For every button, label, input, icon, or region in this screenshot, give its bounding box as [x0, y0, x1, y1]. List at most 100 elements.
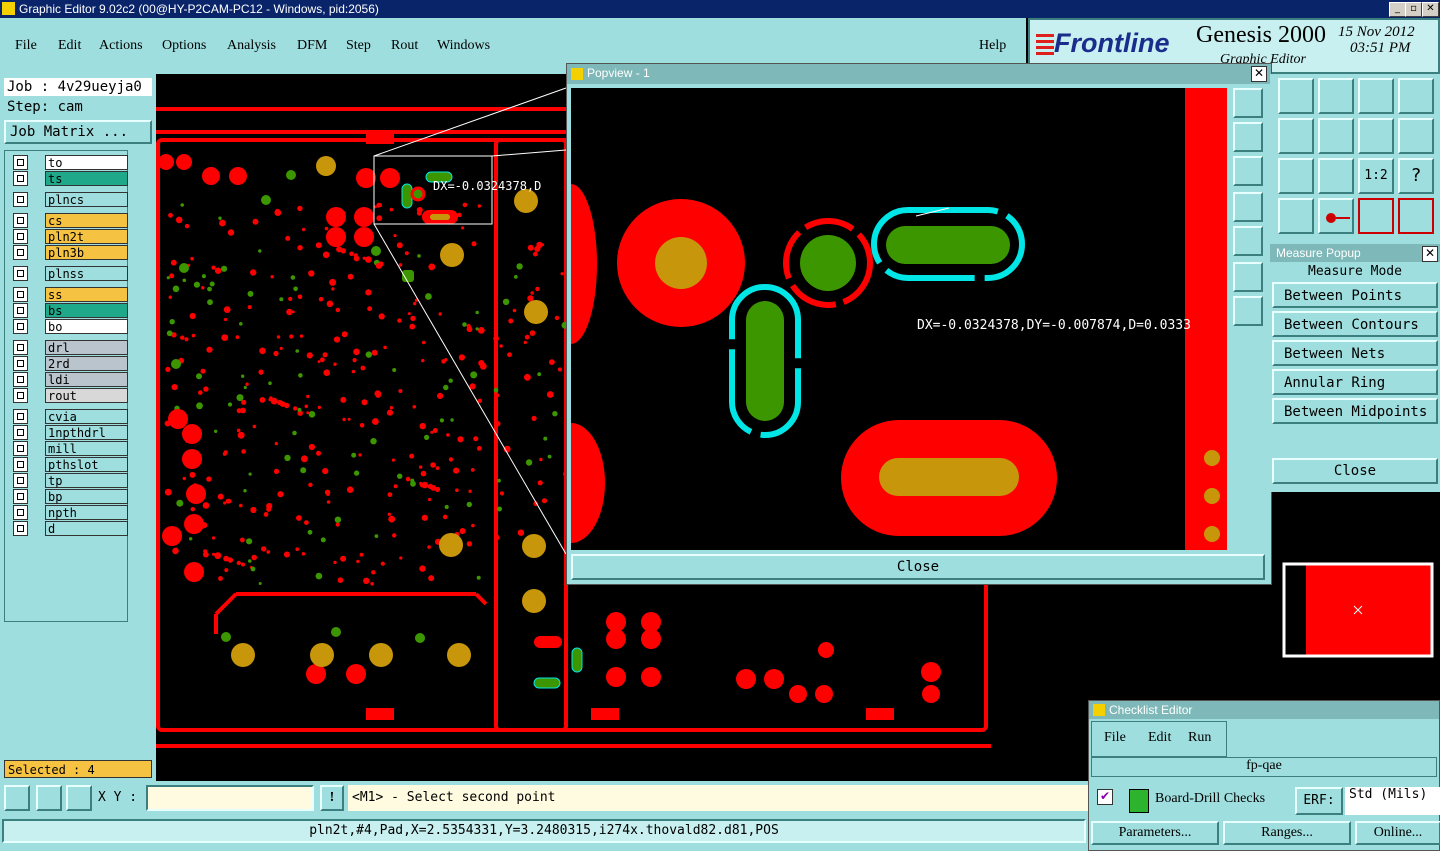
layer-row-plncs[interactable]: plncs — [13, 192, 129, 207]
tool-scale-button[interactable]: 1:2 — [1358, 158, 1394, 194]
popview-close-button[interactable]: Close — [571, 554, 1265, 580]
tool-split-icon[interactable] — [1398, 78, 1434, 114]
menu-file[interactable]: File — [15, 38, 37, 54]
tool-zoom-out-icon[interactable] — [1318, 158, 1354, 194]
layer-checkbox[interactable] — [13, 425, 28, 440]
layer-checkbox[interactable] — [13, 441, 28, 456]
layer-row-1npthdrl[interactable]: 1npthdrl — [13, 425, 129, 440]
close-window-button[interactable]: ✕ — [1422, 2, 1439, 17]
tool-settings-icon[interactable] — [1278, 198, 1314, 234]
menu-help[interactable]: Help — [979, 38, 1006, 54]
layer-checkbox[interactable] — [13, 213, 28, 228]
tool-help-button[interactable]: ? — [1398, 158, 1434, 194]
layer-name[interactable]: bo — [45, 319, 128, 334]
layer-row-bs[interactable]: bs — [13, 303, 129, 318]
layer-checkbox[interactable] — [13, 171, 28, 186]
layer-checkbox[interactable] — [13, 266, 28, 281]
layer-name[interactable]: pln2t — [45, 229, 128, 244]
layer-checkbox[interactable] — [13, 303, 28, 318]
popview-close-icon[interactable]: ✕ — [1251, 66, 1267, 82]
popview-tool-2[interactable] — [1233, 122, 1263, 152]
measure-between-nets[interactable]: Between Nets — [1272, 340, 1438, 366]
layer-checkbox[interactable] — [13, 287, 28, 302]
layer-row-rout[interactable]: rout — [13, 388, 129, 403]
tool-probe-icon[interactable] — [1318, 198, 1354, 234]
layer-checkbox[interactable] — [13, 155, 28, 170]
layer-name[interactable]: ss — [45, 287, 128, 302]
maximize-button[interactable]: ▫ — [1405, 2, 1422, 17]
popview-tool-1[interactable] — [1233, 88, 1263, 118]
tool-mirror-icon[interactable] — [1358, 118, 1394, 154]
layer-name[interactable]: 1npthdrl — [45, 425, 128, 440]
layer-checkbox[interactable] — [13, 229, 28, 244]
check-select-checkbox[interactable]: ✔ — [1097, 789, 1113, 805]
tool-layers-alt-icon[interactable] — [1398, 198, 1434, 234]
layer-name[interactable]: mill — [45, 441, 128, 456]
layer-name[interactable]: rout — [45, 388, 128, 403]
layer-name[interactable]: tp — [45, 473, 128, 488]
layer-row-cvia[interactable]: cvia — [13, 409, 129, 424]
tool-layers-icon[interactable] — [1358, 198, 1394, 234]
layer-name[interactable]: npth — [45, 505, 128, 520]
layer-row-bo[interactable]: bo — [13, 319, 129, 334]
layer-row-to[interactable]: to — [13, 155, 129, 170]
menu-edit[interactable]: Edit — [58, 38, 81, 54]
grid-tool-icon[interactable] — [66, 785, 92, 811]
layer-checkbox[interactable] — [13, 245, 28, 260]
checklist-menu-edit[interactable]: Edit — [1148, 730, 1171, 746]
tool-snake-icon[interactable] — [1398, 118, 1434, 154]
layer-checkbox[interactable] — [13, 356, 28, 371]
layer-row-plnss[interactable]: plnss — [13, 266, 129, 281]
online-button[interactable]: Online... — [1355, 821, 1440, 845]
overview-map[interactable] — [1280, 560, 1436, 660]
popview-tool-7[interactable] — [1233, 296, 1263, 326]
layer-checkbox[interactable] — [13, 372, 28, 387]
measure-between-midpoints[interactable]: Between Midpoints — [1272, 398, 1438, 424]
snap-tool-icon[interactable] — [4, 785, 30, 811]
erf-button[interactable]: ERF: — [1295, 787, 1343, 815]
layer-checkbox[interactable] — [13, 505, 28, 520]
parameters-button[interactable]: Parameters... — [1091, 821, 1219, 845]
menu-dfm[interactable]: DFM — [297, 38, 327, 54]
layer-row-tp[interactable]: tp — [13, 473, 129, 488]
layer-checkbox[interactable] — [13, 319, 28, 334]
layer-row-cs[interactable]: cs — [13, 213, 129, 228]
layer-checkbox[interactable] — [13, 473, 28, 488]
measure-close-button[interactable]: Close — [1272, 458, 1438, 484]
job-matrix-button[interactable]: Job Matrix ... — [4, 120, 152, 144]
checklist-menu-run[interactable]: Run — [1188, 730, 1211, 746]
measure-annular-ring[interactable]: Annular Ring — [1272, 369, 1438, 395]
tool-left-icon[interactable] — [1278, 118, 1314, 154]
execute-button[interactable]: ! — [320, 785, 344, 811]
menu-actions[interactable]: Actions — [99, 38, 143, 54]
ranges-button[interactable]: Ranges... — [1223, 821, 1351, 845]
menu-analysis[interactable]: Analysis — [227, 38, 276, 54]
popview-tool-5[interactable] — [1233, 226, 1263, 256]
measure-between-contours[interactable]: Between Contours — [1272, 311, 1438, 337]
popview-tool-6[interactable] — [1233, 262, 1263, 292]
layer-row-d[interactable]: d — [13, 521, 129, 536]
layer-checkbox[interactable] — [13, 521, 28, 536]
menu-rout[interactable]: Rout — [391, 38, 418, 54]
layer-name[interactable]: ldi — [45, 372, 128, 387]
layer-row-ldi[interactable]: ldi — [13, 372, 129, 387]
tool-down-icon[interactable] — [1318, 78, 1354, 114]
menu-windows[interactable]: Windows — [437, 38, 490, 54]
layer-checkbox[interactable] — [13, 409, 28, 424]
erf-value[interactable]: Std (Mils) — [1345, 787, 1440, 815]
layer-name[interactable]: d — [45, 521, 128, 536]
layer-row-ts[interactable]: ts — [13, 171, 129, 186]
layer-name[interactable]: cs — [45, 213, 128, 228]
minimize-button[interactable]: _ — [1389, 2, 1406, 17]
layer-name[interactable]: plncs — [45, 192, 128, 207]
tool-zoom-in-icon[interactable] — [1278, 158, 1314, 194]
layer-name[interactable]: drl — [45, 340, 128, 355]
measure-tool-icon[interactable] — [36, 785, 62, 811]
popview-canvas[interactable]: DX=-0.0324378,DY=-0.007874,D=0.0333 — [571, 88, 1227, 550]
tool-fit-icon[interactable] — [1278, 78, 1314, 114]
checklist-menu-file[interactable]: File — [1104, 730, 1126, 746]
layer-row-pln3b[interactable]: pln3b — [13, 245, 129, 260]
layer-row-bp[interactable]: bp — [13, 489, 129, 504]
measure-popup-close-icon[interactable]: ✕ — [1422, 246, 1438, 262]
layer-name[interactable]: plnss — [45, 266, 128, 281]
